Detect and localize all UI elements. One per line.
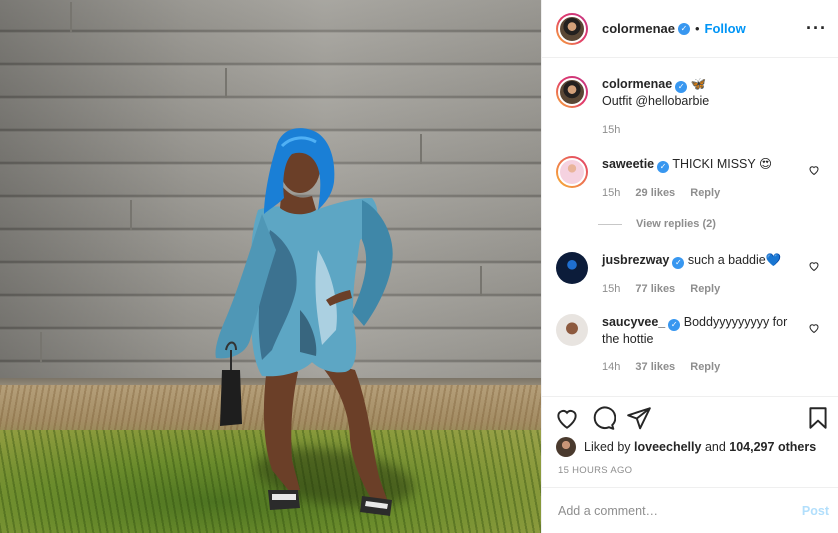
caption-time[interactable]: 15h [602,124,620,136]
more-options-icon[interactable]: ··· [806,18,827,39]
comment-text: such a baddie💙 [687,253,782,267]
post-comment-button[interactable]: Post [802,504,829,518]
avatar[interactable] [556,252,588,284]
comment-item: jusbrezway ✓ such a baddie💙 15h 77 likes … [556,252,828,297]
verified-badge-icon: ✓ [668,319,681,331]
bookmark-icon[interactable] [805,405,831,431]
view-replies-label: View replies (2) [636,218,716,230]
verified-badge-icon: ✓ [675,81,688,93]
comment-likes[interactable]: 77 likes [635,283,675,295]
separator-dot: • [694,21,700,36]
action-bar [542,396,838,436]
caption: colormenae ✓ 🦋 Outfit @hellobarbie 15h [556,76,828,138]
post-photo[interactable] [0,0,541,533]
avatar[interactable] [556,156,588,188]
author-username[interactable]: colormenae [602,21,675,36]
comment-time[interactable]: 15h [602,187,620,199]
reply-button[interactable]: Reply [690,361,720,373]
liker-username[interactable]: loveechelly [634,440,701,454]
comment-input[interactable] [558,503,802,518]
comment-time[interactable]: 15h [602,283,620,295]
comment-composer: Post [542,487,838,533]
view-replies-button[interactable]: View replies (2) [598,218,716,230]
comment-item: saweetie ✓ THICKI MISSY 😍 15h 29 likes Re… [556,156,828,201]
liker-avatar[interactable] [556,437,576,457]
instagram-post: colormenae ✓ • Follow ··· colormenae ✓ 🦋 … [0,0,838,533]
comment-username[interactable]: saweetie [602,157,654,171]
share-icon[interactable] [626,405,652,431]
reply-button[interactable]: Reply [690,187,720,199]
avatar[interactable] [556,12,588,45]
verified-badge-icon: ✓ [672,257,685,269]
divider-line [598,223,622,225]
likes-and: and [704,440,726,454]
likes-summary: Liked by loveechelly and 104,297 others [556,437,816,457]
butterfly-emoji: 🦋 [690,77,707,91]
follow-button[interactable]: Follow [705,21,746,36]
post-sidebar: colormenae ✓ • Follow ··· colormenae ✓ 🦋 … [541,0,838,533]
comment-username[interactable]: saucyvee_ [602,315,665,329]
verified-badge-icon: ✓ [677,22,690,35]
heart-icon[interactable] [808,322,820,334]
post-timestamp[interactable]: 15 HOURS AGO [558,465,632,476]
likes-prefix: Liked by [584,440,631,454]
person-figure [215,128,393,516]
heart-icon[interactable] [808,164,820,176]
likes-count[interactable]: 104,297 others [729,440,816,454]
comment-time[interactable]: 14h [602,361,620,373]
avatar[interactable] [556,314,588,346]
caption-username[interactable]: colormenae [602,77,672,91]
caption-text: Outfit @hellobarbie [602,94,710,108]
comment-likes[interactable]: 37 likes [635,361,675,373]
reply-button[interactable]: Reply [690,283,720,295]
heart-icon[interactable] [808,260,820,272]
comment-item: saucyvee_ ✓ Boddyyyyyyyyy for the hottie … [556,314,828,375]
comment-username[interactable]: jusbrezway [602,253,669,267]
comment-text: THICKI MISSY 😍 [672,157,772,171]
heart-icon[interactable] [554,405,580,431]
comment-icon[interactable] [590,405,616,431]
comment-likes[interactable]: 29 likes [635,187,675,199]
avatar[interactable] [556,76,588,108]
verified-badge-icon: ✓ [657,161,670,173]
post-header: colormenae ✓ • Follow ··· [542,0,838,58]
comments-list[interactable]: colormenae ✓ 🦋 Outfit @hellobarbie 15h sa… [542,58,838,396]
